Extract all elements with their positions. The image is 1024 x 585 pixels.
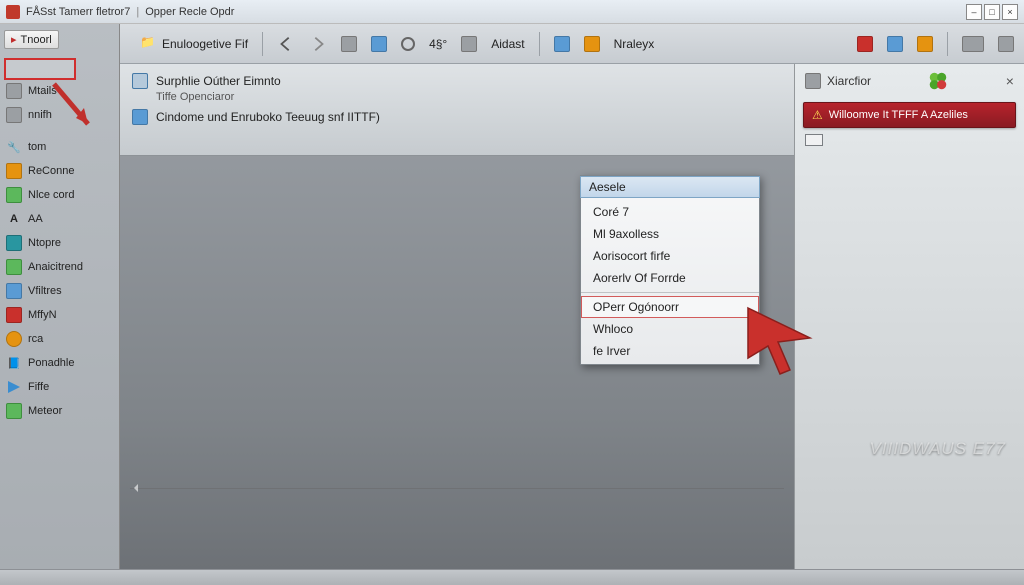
toolbar-button[interactable]	[917, 36, 933, 52]
toolbar-item[interactable]: Nraleyx	[614, 37, 655, 51]
sidebar-item[interactable]: Meteor	[2, 400, 117, 422]
sidebar-item[interactable]: Fiffe	[2, 376, 117, 398]
minimize-button[interactable]: –	[966, 4, 982, 20]
title-left: FÅSst Tamerr fletror7	[26, 6, 130, 18]
sidebar-item[interactable]: Anaicitrend	[2, 256, 117, 278]
sidebar-item[interactable]: Nlce cord	[2, 184, 117, 206]
toolbar-text: 4§°	[429, 37, 447, 51]
content-splitter[interactable]	[130, 488, 784, 489]
toolbar-button[interactable]	[401, 37, 415, 51]
toolbar-button[interactable]	[962, 36, 984, 52]
sidebar-item[interactable]: ReConne	[2, 160, 117, 182]
title-bar: FÅSst Tamerr fletror7 | Opper Recle Opdr…	[0, 0, 1024, 24]
close-button[interactable]: ×	[1002, 4, 1018, 20]
sidebar-item[interactable]: 📘Ponadhle	[2, 352, 117, 374]
toolbar-button[interactable]	[554, 36, 570, 52]
menu-item-highlighted[interactable]: OPerr Ogónoorr	[581, 296, 759, 318]
sidebar-item[interactable]: Vfiltres	[2, 280, 117, 302]
toolbar-button[interactable]	[887, 36, 903, 52]
panel-close-button[interactable]: ×	[1006, 73, 1014, 89]
sidebar-item[interactable]: rca	[2, 328, 117, 350]
right-panel-header: Xiarcfior ×	[795, 64, 1024, 98]
window-control-group: – □ ×	[966, 4, 1018, 20]
menu-item[interactable]: Whloco	[581, 318, 759, 340]
panel-title: Xiarcfior	[827, 74, 871, 88]
toolbar-button[interactable]	[461, 36, 477, 52]
toolbar-button[interactable]	[998, 36, 1014, 52]
app-icon	[6, 5, 20, 19]
content-area: Surphlie Oúther Eimnto Tiffe Openciaror …	[120, 64, 1024, 569]
sidebar-item[interactable]: Ntopre	[2, 232, 117, 254]
menu-item[interactable]: Aorisocort firfe	[581, 245, 759, 267]
panel-icon	[805, 73, 821, 89]
menu-item[interactable]: Aorerlv Of Forrde	[581, 267, 759, 289]
sidebar-item[interactable]: MffyN	[2, 304, 117, 326]
main-toolbar: 📁Enuloogetive Fif 4§° Aidast Nraleyx	[0, 24, 1024, 64]
context-menu: Aesele Coré 7 Ml 9axolless Aorisocort fi…	[580, 175, 760, 365]
sidebar-item[interactable]: AAA	[2, 208, 117, 230]
sidebar-item[interactable]: Mtails	[2, 80, 117, 102]
nav-back-button[interactable]	[277, 35, 295, 53]
maximize-button[interactable]: □	[984, 4, 1000, 20]
welcome-banner[interactable]: Willoomve It TFFF A Azeliles	[803, 102, 1016, 128]
menu-item[interactable]: Coré 7	[581, 201, 759, 223]
menu-item[interactable]: Ml 9axolless	[581, 223, 759, 245]
sidebar: ▸ Tnoorl Mtails nnifh 🔧tom ReConne Nlce …	[0, 24, 120, 569]
watermark-text: VIIIDWAUS E77	[870, 439, 1006, 459]
toolbar-button[interactable]	[584, 36, 600, 52]
panel-thumbnail[interactable]	[805, 134, 823, 146]
title-right: Opper Recle Opdr	[145, 6, 234, 18]
menu-item[interactable]: fe Irver	[581, 340, 759, 362]
secondary-row[interactable]: Tiffe Openciaror	[132, 88, 782, 106]
secondary-toolbar: Surphlie Oúther Eimnto Tiffe Openciaror …	[120, 64, 794, 156]
sidebar-item[interactable]: 🔧tom	[2, 136, 117, 158]
status-bar	[0, 569, 1024, 585]
nav-forward-button[interactable]	[309, 35, 327, 53]
toolbar-button[interactable]	[857, 36, 873, 52]
right-panel: Xiarcfior × Willoomve It TFFF A Azeliles…	[794, 64, 1024, 569]
toolbar-button[interactable]	[371, 36, 387, 52]
toolbar-primary-button[interactable]: ▸ Tnoorl	[4, 30, 59, 49]
toolbar-item[interactable]: Aidast	[491, 37, 524, 51]
toolbar-item[interactable]: 📁Enuloogetive Fif	[140, 35, 248, 53]
menu-header[interactable]: Aesele	[580, 176, 760, 198]
toolbar-button[interactable]	[341, 36, 357, 52]
secondary-row[interactable]: Cindome und Enruboko Teeuug snf IITTF)	[132, 106, 782, 128]
clover-icon	[927, 70, 949, 92]
sidebar-item[interactable]: nnifh	[2, 104, 117, 126]
